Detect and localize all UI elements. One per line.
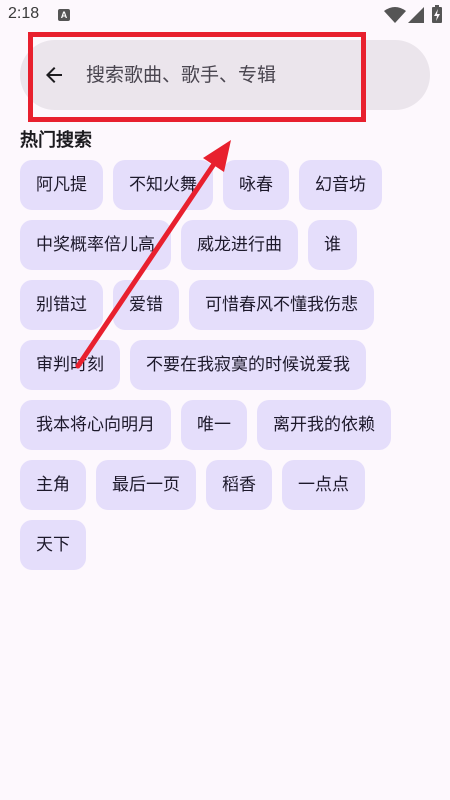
hot-search-tag[interactable]: 主角 <box>20 460 86 510</box>
search-input[interactable] <box>86 60 406 90</box>
hot-search-tag[interactable]: 我本将心向明月 <box>20 400 171 450</box>
hot-search-tag[interactable]: 别错过 <box>20 280 103 330</box>
hot-search-tag[interactable]: 不知火舞 <box>113 160 213 210</box>
hot-search-tags: 阿凡提 不知火舞 咏春 幻音坊 中奖概率倍儿高 威龙进行曲 谁 别错过 爱错 可… <box>20 160 430 570</box>
hot-search-tag[interactable]: 谁 <box>308 220 357 270</box>
hot-search-tag[interactable]: 咏春 <box>223 160 289 210</box>
hot-search-tag[interactable]: 可惜春风不懂我伤悲 <box>189 280 374 330</box>
hot-search-tag[interactable]: 天下 <box>20 520 86 570</box>
hot-search-title: 热门搜索 <box>20 130 92 151</box>
search-bar <box>20 40 430 110</box>
notification-a-icon: A <box>58 9 70 21</box>
wifi-icon <box>384 7 406 23</box>
hot-search-tag[interactable]: 幻音坊 <box>299 160 382 210</box>
hot-search-tag[interactable]: 唯一 <box>181 400 247 450</box>
hot-search-tag[interactable]: 离开我的依赖 <box>257 400 391 450</box>
hot-search-tag[interactable]: 审判时刻 <box>20 340 120 390</box>
hot-search-tag[interactable]: 不要在我寂寞的时候说爱我 <box>130 340 366 390</box>
battery-charging-icon <box>432 5 442 23</box>
signal-icon <box>408 7 424 23</box>
music-search-screen: 2:18 A 热门搜索 阿凡提 不知火舞 咏春 幻音坊 中奖概率倍儿高 威龙进行… <box>0 0 450 800</box>
hot-search-tag[interactable]: 一点点 <box>282 460 365 510</box>
hot-search-tag[interactable]: 爱错 <box>113 280 179 330</box>
hot-search-tag[interactable]: 阿凡提 <box>20 160 103 210</box>
arrow-left-icon[interactable] <box>42 63 66 87</box>
hot-search-tag[interactable]: 最后一页 <box>96 460 196 510</box>
hot-search-tag[interactable]: 中奖概率倍儿高 <box>20 220 171 270</box>
status-bar: 2:18 A <box>0 0 450 30</box>
hot-search-tag[interactable]: 威龙进行曲 <box>181 220 298 270</box>
status-time: 2:18 <box>8 5 40 22</box>
hot-search-tag[interactable]: 稻香 <box>206 460 272 510</box>
